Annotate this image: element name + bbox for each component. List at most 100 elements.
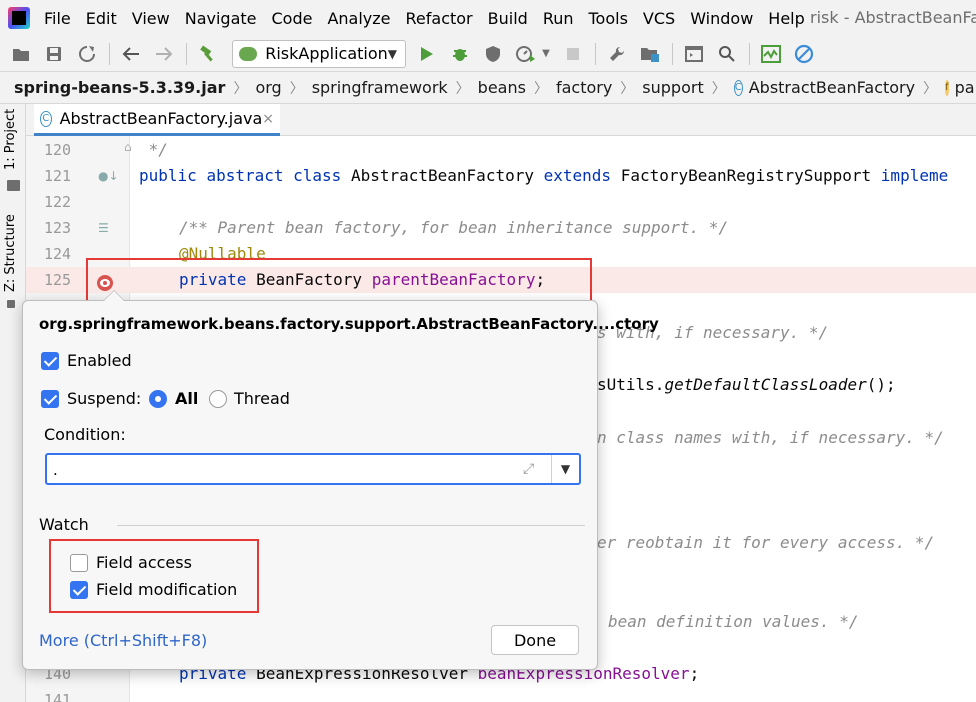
tab-abstractbeanfactory[interactable]: C AbstractBeanFactory.java × xyxy=(34,104,280,136)
chevron-right-icon: 〉 xyxy=(289,80,304,97)
breadcrumb-org[interactable]: org xyxy=(255,78,281,97)
project-structure-icon[interactable] xyxy=(638,42,662,66)
menu-help[interactable]: Help xyxy=(768,9,804,28)
project-tool-tab[interactable]: 1: Project xyxy=(3,109,18,170)
menu-view[interactable]: View xyxy=(132,9,170,28)
monitor-activity-icon[interactable] xyxy=(759,42,783,66)
chevron-right-icon: 〉 xyxy=(455,80,470,97)
condition-label: Condition: xyxy=(44,425,126,444)
line-number: 121 xyxy=(44,167,72,185)
debug-bug-icon[interactable] xyxy=(448,42,472,66)
menu-window[interactable]: Window xyxy=(690,9,753,28)
condition-input[interactable] xyxy=(53,459,513,481)
menu-run[interactable]: Run xyxy=(543,9,574,28)
watch-divider xyxy=(117,525,585,526)
build-hammer-icon[interactable] xyxy=(196,42,220,66)
enabled-label: Enabled xyxy=(67,351,132,370)
field-icon: f xyxy=(945,79,949,96)
line-number: 123 xyxy=(44,219,72,237)
coverage-shield-icon[interactable] xyxy=(481,42,505,66)
chevron-down-icon[interactable]: ▼ xyxy=(540,42,552,66)
menu-build[interactable]: Build xyxy=(488,9,528,28)
main-toolbar: RiskApplication ▼ ▼ xyxy=(0,36,976,72)
run-configuration-label: RiskApplication xyxy=(265,44,388,63)
structure-tool-tab[interactable]: Z: Structure xyxy=(3,214,18,292)
breadcrumb-class[interactable]: AbstractBeanFactory xyxy=(749,78,915,97)
code-line: 120 */ xyxy=(26,137,976,163)
toolbar-separator xyxy=(595,42,596,65)
condition-combo[interactable]: ⤢ ▼ xyxy=(45,453,581,485)
menu-file[interactable]: File xyxy=(44,9,71,28)
class-icon: C xyxy=(733,79,743,96)
sync-icon[interactable] xyxy=(75,42,99,66)
profile-run-icon[interactable] xyxy=(514,42,538,66)
close-icon[interactable]: × xyxy=(262,111,274,127)
spring-boot-icon xyxy=(239,46,258,61)
breadcrumb-field[interactable]: parentBeanFactory xyxy=(955,78,976,97)
breadcrumb-support[interactable]: support xyxy=(642,78,703,97)
doc-comment-icon[interactable]: ☰ xyxy=(98,221,109,235)
suspend-checkbox[interactable] xyxy=(41,390,59,408)
more-settings-link[interactable]: More (Ctrl+Shift+F8) xyxy=(39,631,207,650)
menu-navigate[interactable]: Navigate xyxy=(185,9,257,28)
suspend-label: Suspend: xyxy=(67,389,142,408)
line-number: 124 xyxy=(44,245,72,263)
code-fragment: er reobtain it for every access. */ xyxy=(597,533,935,552)
breadcrumb-jar[interactable]: spring-beans-5.3.39.jar xyxy=(14,78,225,97)
java-class-icon: C xyxy=(40,110,52,127)
enabled-checkbox[interactable] xyxy=(41,352,59,370)
expand-editor-icon[interactable]: ⤢ xyxy=(523,461,534,477)
menu-refactor[interactable]: Refactor xyxy=(406,9,473,28)
menu-analyze[interactable]: Analyze xyxy=(327,9,390,28)
done-button[interactable]: Done xyxy=(491,625,579,655)
search-icon[interactable] xyxy=(715,42,739,66)
suspend-all-label: All xyxy=(175,389,199,408)
stop-icon[interactable] xyxy=(561,42,585,66)
toolbar-separator xyxy=(186,42,187,65)
forward-arrow-icon[interactable] xyxy=(152,42,176,66)
fold-icon[interactable]: ⌂ xyxy=(124,140,132,154)
highlight-box xyxy=(49,539,259,613)
chevron-right-icon: 〉 xyxy=(233,80,248,97)
folder-icon xyxy=(7,180,20,191)
editor-tab-bar: C AbstractBeanFactory.java × xyxy=(26,104,976,136)
chevron-right-icon: 〉 xyxy=(711,80,726,97)
chevron-right-icon: 〉 xyxy=(620,80,635,97)
no-entry-icon[interactable] xyxy=(792,42,816,66)
chevron-right-icon: 〉 xyxy=(533,80,548,97)
menu-tools[interactable]: Tools xyxy=(589,9,628,28)
back-arrow-icon[interactable] xyxy=(119,42,143,66)
breadcrumb-springframework[interactable]: springframework xyxy=(312,78,448,97)
run-icon[interactable] xyxy=(415,42,439,66)
breadcrumb-beans[interactable]: beans xyxy=(478,78,526,97)
line-number: 122 xyxy=(44,193,72,211)
line-number: 141 xyxy=(44,691,72,702)
popup-title: org.springframework.beans.factory.suppor… xyxy=(39,315,659,333)
intellij-logo-icon xyxy=(8,7,30,29)
menu-code[interactable]: Code xyxy=(272,9,313,28)
highlight-box xyxy=(86,258,592,306)
breadcrumb: spring-beans-5.3.39.jar 〉 org 〉 springfr… xyxy=(0,72,976,104)
save-all-icon[interactable] xyxy=(42,42,66,66)
run-configuration-select[interactable]: RiskApplication ▼ xyxy=(232,39,406,68)
code-line: 121 public abstract class AbstractBeanFa… xyxy=(26,163,976,189)
chevron-down-icon: ▼ xyxy=(560,462,571,476)
menu-vcs[interactable]: VCS xyxy=(643,9,675,28)
watch-section-label: Watch xyxy=(39,515,89,534)
tab-filename: AbstractBeanFactory.java xyxy=(59,109,263,128)
breadcrumb-factory[interactable]: factory xyxy=(556,78,612,97)
toolbar-separator xyxy=(672,42,673,65)
implemented-marker-icon[interactable]: ●↓ xyxy=(98,169,119,183)
suspend-all-radio[interactable] xyxy=(149,390,167,408)
code-fragment: bean definition values. */ xyxy=(608,612,859,631)
code-line: 122 xyxy=(26,189,976,215)
condition-history-dropdown[interactable]: ▼ xyxy=(551,455,579,483)
terminal-window-icon[interactable] xyxy=(682,42,706,66)
open-folder-icon[interactable] xyxy=(9,42,33,66)
menu-edit[interactable]: Edit xyxy=(86,9,117,28)
chevron-down-icon: ▼ xyxy=(387,46,397,61)
toolbar-separator xyxy=(749,42,750,65)
wrench-settings-icon[interactable] xyxy=(605,42,629,66)
suspend-thread-label: Thread xyxy=(234,389,290,408)
suspend-thread-radio[interactable] xyxy=(209,390,227,408)
